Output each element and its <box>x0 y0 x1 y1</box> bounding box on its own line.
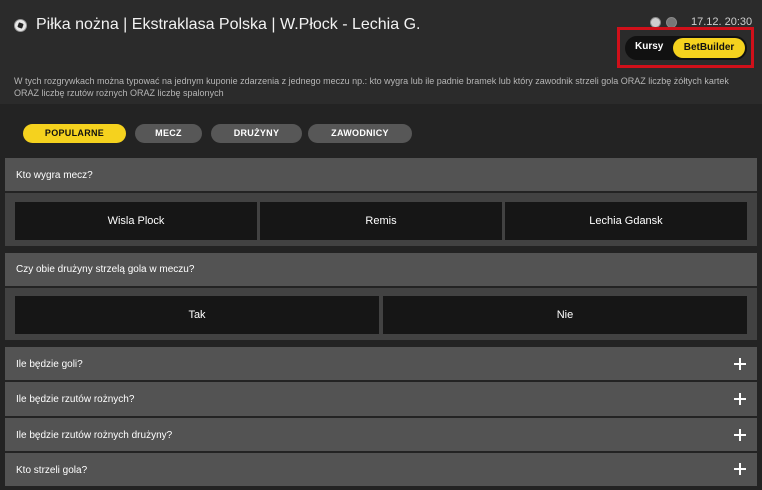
market-title: Kto wygra mecz? <box>16 170 93 181</box>
tab-druzyny[interactable]: DRUŻYNY <box>211 124 302 143</box>
event-header: Piłka nożna | Ekstraklasa Polska | W.Pło… <box>0 0 762 104</box>
plus-icon[interactable] <box>734 463 746 475</box>
soccer-ball-icon <box>14 19 27 32</box>
market-header-total-corners[interactable]: Ile będzie rzutów rożnych? <box>5 382 757 416</box>
odd-button-away[interactable]: Lechia Gdansk <box>505 202 747 240</box>
market-title: Ile będzie goli? <box>16 359 83 370</box>
market-body-match-winner: Wisla Plock Remis Lechia Gdansk <box>5 193 757 246</box>
tab-zawodnicy[interactable]: ZAWODNICY <box>308 124 412 143</box>
market-title: Ile będzie rzutów rożnych? <box>16 394 135 405</box>
betbuilder-description: W tych rozgrywkach można typować na jedn… <box>14 76 729 98</box>
toggle-betbuilder-option[interactable]: BetBuilder <box>673 38 745 58</box>
market-title: Ile będzie rzutów rożnych drużyny? <box>16 430 173 441</box>
market-title: Czy obie drużyny strzelą gola w meczu? <box>16 264 195 275</box>
event-title: Piłka nożna | Ekstraklasa Polska | W.Pło… <box>36 16 421 33</box>
odd-button-home[interactable]: Wisla Plock <box>15 202 257 240</box>
odd-button-yes[interactable]: Tak <box>15 296 379 334</box>
tab-mecz[interactable]: MECZ <box>135 124 202 143</box>
plus-icon[interactable] <box>734 429 746 441</box>
market-header-both-teams-score[interactable]: Czy obie drużyny strzelą gola w meczu? <box>5 253 757 286</box>
market-header-match-winner[interactable]: Kto wygra mecz? <box>5 158 757 191</box>
market-header-goalscorer[interactable]: Kto strzeli gola? <box>5 453 757 486</box>
odds-mode-toggle[interactable]: Kursy BetBuilder <box>625 36 747 60</box>
odd-button-no[interactable]: Nie <box>383 296 747 334</box>
plus-icon[interactable] <box>734 358 746 370</box>
plus-icon[interactable] <box>734 393 746 405</box>
market-header-team-corners[interactable]: Ile będzie rzutów rożnych drużyny? <box>5 418 757 451</box>
market-header-total-goals[interactable]: Ile będzie goli? <box>5 347 757 380</box>
odd-button-draw[interactable]: Remis <box>260 202 502 240</box>
toggle-kursy-option[interactable]: Kursy <box>635 41 663 52</box>
market-title: Kto strzeli gola? <box>16 465 88 476</box>
tab-popularne[interactable]: POPULARNE <box>23 124 126 143</box>
market-body-both-teams-score: Tak Nie <box>5 288 757 340</box>
